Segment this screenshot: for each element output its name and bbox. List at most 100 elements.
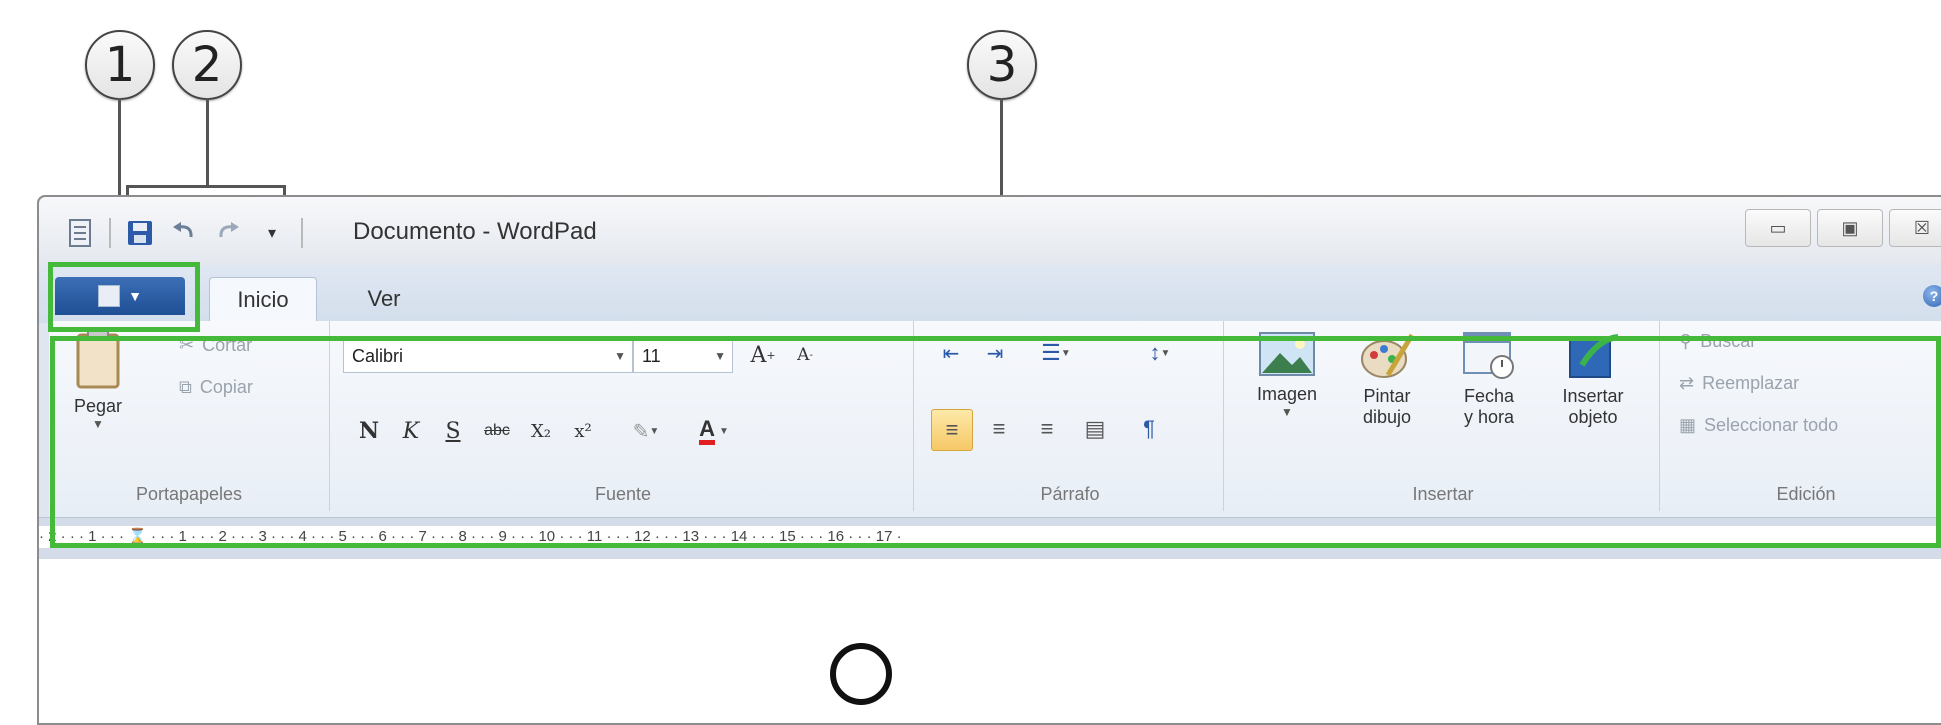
font-family-value: Calibri xyxy=(352,346,404,366)
window-title: Documento - WordPad xyxy=(353,218,597,245)
shrink-font-button[interactable]: A- xyxy=(785,335,825,375)
grow-font-button[interactable]: A + xyxy=(743,335,783,375)
help-icon[interactable]: ? xyxy=(1923,285,1941,307)
ribbon: Pegar ▼ ✂ Cortar ⧉ Copiar Portapapeles C… xyxy=(49,321,1941,517)
select-all-icon: ▦ xyxy=(1679,415,1697,435)
find-label: Buscar xyxy=(1700,331,1757,351)
callout-3: 3 xyxy=(967,30,1037,100)
cut-button[interactable]: ✂ Cortar xyxy=(179,335,252,356)
italic-button[interactable]: K xyxy=(391,411,431,451)
paint-label-1: Pintar xyxy=(1363,386,1411,406)
scissors-icon: ✂ xyxy=(179,335,195,355)
font-family-select[interactable]: Calibri ▼ xyxy=(343,337,633,373)
ruler-scale: · 2 · · · 1 · · · ⌛ · · · 1 · · · 2 · · … xyxy=(39,526,1941,548)
maximize-button[interactable]: ▣ xyxy=(1817,209,1883,247)
callout-1: 1 xyxy=(85,30,155,100)
quick-access-toolbar: ▾ xyxy=(63,215,305,251)
paint-drawing-button[interactable]: Pintar dibujo xyxy=(1339,329,1435,428)
insert-image-label: Imagen xyxy=(1256,384,1318,404)
tab-ver[interactable]: Ver xyxy=(339,277,429,321)
font-size-select[interactable]: 11 ▼ xyxy=(633,337,733,373)
qat-separator xyxy=(109,218,111,248)
text-color-button[interactable]: A ▼ xyxy=(683,411,745,451)
strikethrough-button[interactable]: abc xyxy=(477,411,517,451)
line-spacing-button[interactable]: ↕ ▼ xyxy=(1129,333,1191,373)
close-button[interactable]: ☒ xyxy=(1889,209,1941,247)
chevron-down-icon: ▼ xyxy=(714,349,726,363)
cursor-circle xyxy=(830,643,892,705)
document-icon xyxy=(98,285,121,307)
app-menu-button[interactable]: ▼ xyxy=(55,277,185,315)
minimize-button[interactable]: ▭ xyxy=(1745,209,1811,247)
decrease-indent-button[interactable]: ⇤ xyxy=(931,333,971,373)
increase-indent-button[interactable]: ⇥ xyxy=(975,333,1015,373)
replace-label: Reemplazar xyxy=(1702,373,1800,393)
insert-image-button[interactable]: Imagen ▼ xyxy=(1239,329,1335,419)
bold-button[interactable]: N xyxy=(349,411,389,451)
save-icon[interactable] xyxy=(123,216,157,250)
window-controls: ▭ ▣ ☒ xyxy=(1745,209,1941,247)
window-menu-icon[interactable] xyxy=(63,216,97,250)
customize-qat-icon[interactable]: ▾ xyxy=(255,216,289,250)
wordpad-window: ▾ Documento - WordPad ▭ ▣ ☒ ▼ Inicio Ver… xyxy=(37,195,1941,725)
date-label-2: y hora xyxy=(1463,407,1515,427)
group-label-clipboard: Portapapeles xyxy=(135,484,243,504)
underline-button[interactable]: S xyxy=(433,411,473,451)
group-label-insert: Insertar xyxy=(1412,484,1474,504)
chevron-down-icon: ▼ xyxy=(614,349,626,363)
paste-label: Pegar xyxy=(73,396,123,416)
select-all-label: Seleccionar todo xyxy=(1704,415,1839,435)
subscript-button[interactable]: X₂ xyxy=(521,411,561,451)
callout-2-line xyxy=(206,98,209,186)
calendar-clock-icon xyxy=(1463,332,1514,379)
group-clipboard: Pegar ▼ ✂ Cortar ⧉ Copiar Portapapeles xyxy=(49,321,330,511)
chevron-down-icon: ▼ xyxy=(92,417,104,431)
find-button[interactable]: ⚲ Buscar xyxy=(1679,331,1756,352)
chevron-down-icon: ▼ xyxy=(128,288,142,304)
highlight-color-button[interactable]: ✎ ▼ xyxy=(615,411,677,451)
justify-button[interactable]: ▤ xyxy=(1075,409,1115,449)
align-right-button[interactable]: ≡ xyxy=(1027,409,1067,449)
title-bar: ▾ Documento - WordPad ▭ ▣ ☒ xyxy=(39,197,1941,265)
document-area[interactable] xyxy=(39,559,1941,723)
object-label-1: Insertar xyxy=(1562,386,1624,406)
clipboard-icon xyxy=(76,329,120,389)
title-separator xyxy=(301,218,303,248)
replace-button[interactable]: ⇄ Reemplazar xyxy=(1679,373,1799,394)
undo-icon[interactable] xyxy=(167,216,201,250)
group-insert: Imagen ▼ Pintar dibujo Fecha y hora Inse… xyxy=(1227,321,1660,511)
insert-object-icon xyxy=(1569,334,1619,378)
group-editing: ⚲ Buscar ⇄ Reemplazar ▦ Seleccionar todo… xyxy=(1663,321,1941,511)
date-label-1: Fecha xyxy=(1463,386,1515,406)
copy-label: Copiar xyxy=(199,377,253,397)
copy-button[interactable]: ⧉ Copiar xyxy=(179,377,253,398)
select-all-button[interactable]: ▦ Seleccionar todo xyxy=(1679,415,1838,436)
tab-inicio[interactable]: Inicio xyxy=(209,277,317,322)
object-label-2: objeto xyxy=(1568,407,1618,427)
cut-label: Cortar xyxy=(202,335,253,355)
redo-icon[interactable] xyxy=(211,216,245,250)
paint-label-2: dibujo xyxy=(1362,407,1412,427)
ruler[interactable]: · 2 · · · 1 · · · ⌛ · · · 1 · · · 2 · · … xyxy=(39,517,1941,560)
date-time-button[interactable]: Fecha y hora xyxy=(1441,329,1537,428)
paragraph-settings-button[interactable]: ¶ xyxy=(1129,409,1169,449)
group-label-paragraph: Párrafo xyxy=(1040,484,1100,504)
copy-icon: ⧉ xyxy=(179,377,192,397)
paint-palette-icon xyxy=(1361,333,1415,378)
replace-icon: ⇄ xyxy=(1679,373,1695,393)
superscript-button[interactable]: x² xyxy=(563,411,603,451)
chevron-down-icon: ▼ xyxy=(1281,405,1293,419)
align-left-button[interactable]: ≡ xyxy=(931,409,973,451)
align-center-button[interactable]: ≡ xyxy=(979,409,1019,449)
group-font: Calibri ▼ 11 ▼ A + A- N K S abc X₂ x² ✎ ▼ … xyxy=(333,321,914,511)
bullets-button[interactable]: ☰ ▼ xyxy=(1025,333,1087,373)
insert-object-button[interactable]: Insertar objeto xyxy=(1543,329,1643,428)
callout-2: 2 xyxy=(172,30,242,100)
callout-2-bracket xyxy=(126,185,286,188)
ribbon-tab-row: ▼ Inicio Ver ? xyxy=(39,265,1941,323)
binoculars-icon: ⚲ xyxy=(1679,331,1693,351)
paste-button[interactable]: Pegar ▼ xyxy=(63,329,133,449)
font-size-value: 11 xyxy=(642,346,661,366)
group-paragraph: ⇤ ⇥ ☰ ▼ ↕ ▼ ≡ ≡ ≡ ▤ ¶ Párrafo xyxy=(917,321,1224,511)
image-icon xyxy=(1259,332,1315,376)
